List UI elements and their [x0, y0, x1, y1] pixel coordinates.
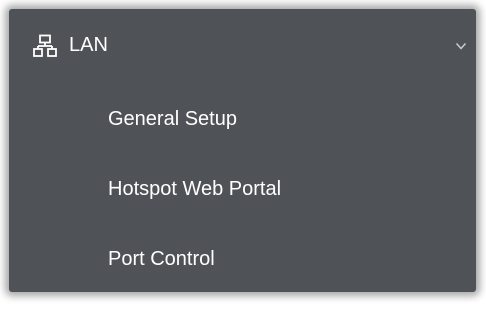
submenu-item-hotspot-web-portal[interactable]: Hotspot Web Portal — [9, 164, 476, 214]
submenu-item-label: General Setup — [108, 108, 237, 130]
chevron-down-icon — [455, 42, 467, 50]
lan-section-header[interactable]: LAN — [9, 9, 476, 79]
lan-menu-panel: LAN General Setup Hotspot Web Portal Por… — [9, 9, 476, 292]
network-icon — [33, 34, 57, 57]
submenu-item-general-setup[interactable]: General Setup — [9, 94, 476, 144]
lan-section-label: LAN — [69, 34, 108, 56]
submenu-item-port-control[interactable]: Port Control — [9, 234, 476, 284]
submenu-item-label: Port Control — [108, 248, 215, 270]
submenu-item-label: Hotspot Web Portal — [108, 178, 282, 200]
page: LAN General Setup Hotspot Web Portal Por… — [0, 0, 486, 309]
